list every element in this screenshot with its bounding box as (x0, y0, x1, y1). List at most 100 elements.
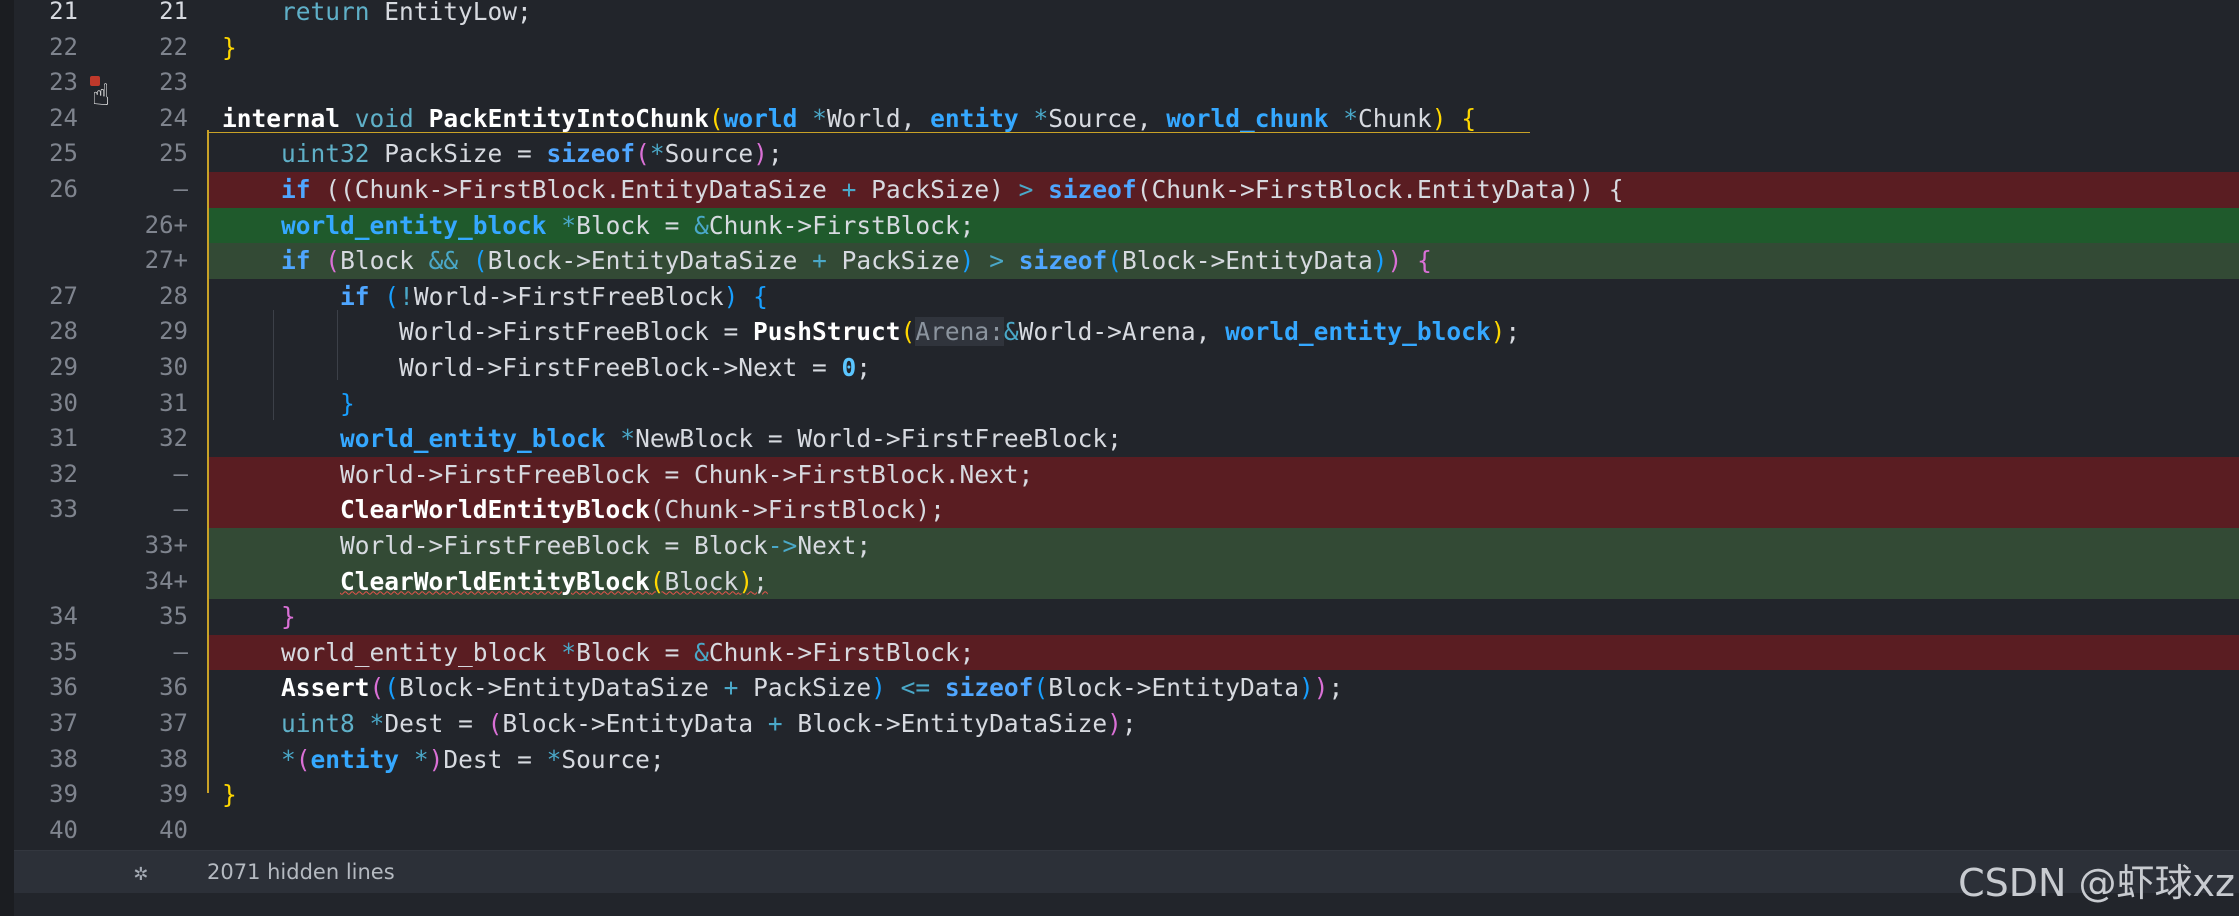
unfold-icon[interactable]: ✲ (126, 857, 156, 887)
code-token: sizeof (944, 673, 1034, 703)
code-token: Block->EntityDataSize (782, 709, 1108, 738)
code-punct: ( (295, 744, 311, 774)
code-line[interactable]: 38 38 *(entity *)Dest = *Source; (14, 742, 2239, 778)
code-line[interactable]: 36 36 Assert((Block->EntityDataSize + Pac… (14, 670, 2239, 706)
line-background (207, 777, 2239, 813)
editor-left-strip (0, 0, 14, 916)
code-token: Block->EntityData (1048, 673, 1299, 703)
code-text[interactable]: World->FirstFreeBlock = Chunk->FirstBloc… (207, 457, 1033, 493)
code-token: Block (664, 566, 739, 596)
code-line[interactable]: 30 31 } (14, 386, 2239, 422)
code-text[interactable]: return EntityLow; (207, 0, 532, 30)
code-punct: ) (959, 246, 975, 276)
code-token: Dest = (443, 744, 547, 774)
code-token: world_entity_block (281, 210, 547, 240)
code-token: Block->EntityDataSize (487, 246, 813, 276)
code-line[interactable]: 27 28 if (!World->FirstFreeBlock) { (14, 279, 2239, 315)
code-token: NewBlock = World->FirstFreeBlock; (635, 424, 1122, 454)
code-token: PackSize = (369, 139, 547, 169)
hidden-lines-bar[interactable]: ✲ 2071 hidden lines (14, 850, 2239, 893)
code-punct: ) (723, 281, 739, 311)
code-punct: ( (708, 103, 724, 133)
code-line[interactable]: 25 25 uint32 PackSize = sizeof(*Source); (14, 136, 2239, 172)
code-line[interactable]: 34 35 } (14, 599, 2239, 635)
code-punct: * (281, 744, 296, 774)
code-text[interactable]: World->FirstFreeBlock = PushStruct(Arena… (207, 314, 1520, 350)
code-line[interactable]: 39 39} (14, 777, 2239, 813)
code-punct: ( (635, 139, 650, 169)
code-line[interactable]: 23 23 (14, 65, 2239, 101)
old-line-number: 27 (49, 281, 78, 310)
code-token: 0 (841, 353, 857, 382)
old-line-number: 23 (49, 68, 78, 97)
code-text[interactable] (207, 813, 222, 849)
deleted-line[interactable]: 26 — if ((Chunk->FirstBlock.EntityDataSiz… (14, 172, 2239, 208)
code-punct: && (428, 246, 459, 276)
code-text[interactable]: if ((Chunk->FirstBlock.EntityDataSize + … (207, 172, 1623, 208)
code-punct: ( (900, 317, 916, 347)
added-line[interactable]: 33+ World->FirstFreeBlock = Block->Next; (14, 528, 2239, 564)
code-line[interactable]: 22 22} (14, 30, 2239, 66)
code-punct: ) (1313, 673, 1329, 703)
code-text[interactable]: ClearWorldEntityBlock(Chunk->FirstBlock)… (207, 492, 945, 528)
code-token: entity (310, 744, 400, 774)
code-text[interactable]: world_entity_block *Block = &Chunk->Firs… (207, 208, 974, 244)
code-text[interactable]: World->FirstFreeBlock->Next = 0; (207, 350, 871, 386)
code-token: .EntityData (1402, 175, 1565, 204)
code-line[interactable]: 31 32 world_entity_block *NewBlock = Worl… (14, 421, 2239, 457)
deleted-line[interactable]: 32 — World->FirstFreeBlock = Chunk->First… (14, 456, 2239, 493)
code-token: Chunk->FirstBlock; (708, 637, 975, 667)
code-line[interactable]: 21 21 return EntityLow; (14, 0, 2239, 30)
deleted-line[interactable]: 35 — world_entity_block *Block = &Chunk->… (14, 634, 2239, 671)
old-line-number: 37 (49, 709, 78, 737)
code-editor[interactable]: 21 21 return EntityLow; 22 22} 23 23 24 24 inter… (0, 0, 2239, 916)
code-text[interactable]: *(entity *)Dest = *Source; (207, 742, 665, 778)
old-line-number: 33 (49, 495, 78, 524)
code-line[interactable]: 37 37 uint8 *Dest = (Block->EntityData + … (14, 706, 2239, 742)
watermark: CSDN @虾球xz (1958, 861, 2235, 905)
old-line-number (14, 564, 78, 600)
code-token: sizeof (1018, 246, 1108, 276)
code-token: sizeof (1048, 175, 1137, 204)
code-text[interactable]: if (Block && (Block->EntityDataSize + Pa… (207, 243, 1432, 279)
code-punct: * (546, 744, 562, 774)
signature-underline (207, 132, 1530, 133)
deleted-line[interactable]: 33 — ClearWorldEntityBlock(Chunk->FirstBl… (14, 492, 2239, 528)
code-text[interactable]: if (!World->FirstFreeBlock) { (207, 279, 768, 315)
code-text[interactable] (207, 65, 222, 101)
code-punct: * (413, 744, 429, 774)
code-text[interactable]: uint8 *Dest = (Block->EntityData + Block… (207, 706, 1137, 742)
code-punct: * (1033, 103, 1049, 133)
line-background (207, 599, 2239, 635)
added-line[interactable]: 27+ if (Block && (Block->EntityDataSize … (14, 243, 2239, 279)
code-token: Arena: (915, 317, 1004, 347)
code-token: uint8 (281, 709, 355, 738)
code-punct: & (694, 210, 709, 240)
new-line-number: 36 (159, 673, 188, 702)
new-line-number: — (173, 459, 188, 488)
code-text[interactable]: } (207, 386, 355, 422)
code-text[interactable]: } (207, 599, 296, 635)
code-token: Block = (576, 210, 695, 240)
code-line[interactable]: 40 40 (14, 813, 2239, 849)
code-line[interactable]: 28 29 World->FirstFreeBlock = PushStruct(… (14, 314, 2239, 350)
old-line-number: 32 (49, 459, 78, 488)
hidden-lines-label[interactable]: 2071 hidden lines (207, 851, 395, 893)
code-punct: ) (753, 139, 768, 169)
code-text[interactable]: Assert((Block->EntityDataSize + PackSize… (207, 670, 1343, 706)
code-text[interactable]: World->FirstFreeBlock = Block->Next; (207, 528, 871, 564)
code-text[interactable]: world_entity_block *NewBlock = World->Fi… (207, 421, 1122, 457)
new-line-number: 39 (159, 780, 188, 809)
code-text[interactable]: ClearWorldEntityBlock(Block); (207, 564, 768, 600)
code-text[interactable]: world_entity_block *Block = &Chunk->Firs… (207, 635, 974, 671)
scope-guide (207, 130, 209, 793)
code-punct: ( (325, 246, 341, 276)
code-line[interactable]: 29 30 World->FirstFreeBlock->Next = 0; (14, 350, 2239, 386)
old-line-number (14, 208, 78, 244)
added-line[interactable]: 34+ ClearWorldEntityBlock(Block); (14, 563, 2239, 600)
code-text[interactable]: } (207, 777, 237, 813)
code-text[interactable]: uint32 PackSize = sizeof(*Source); (207, 136, 783, 172)
code-text[interactable]: } (207, 30, 237, 66)
added-line[interactable]: 26+ world_entity_block *Block = &Chunk->… (14, 207, 2239, 244)
code-token: Chunk->FirstBlock (1151, 175, 1403, 204)
